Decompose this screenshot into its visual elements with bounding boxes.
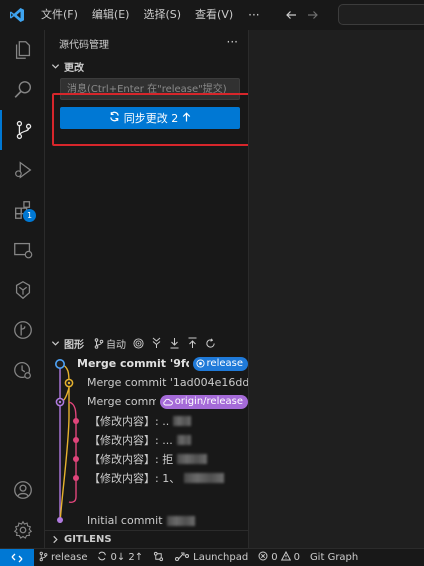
chevron-down-icon <box>49 60 61 72</box>
auto-label: 自动 <box>106 339 126 351</box>
branch-icon <box>39 551 48 565</box>
branch-tag-release[interactable]: release <box>192 356 248 371</box>
target-icon[interactable] <box>132 337 144 349</box>
commit-row[interactable]: Initial commit <box>45 511 248 530</box>
menu-edit[interactable]: 编辑(E) <box>85 0 137 30</box>
vscode-logo-icon <box>0 0 34 30</box>
git-compare-icon <box>153 551 164 565</box>
error-count: 0 <box>271 552 278 563</box>
redacted-text <box>176 434 191 445</box>
branch-name: release <box>51 552 88 563</box>
activity-bar: 1 <box>0 30 45 548</box>
gitlens-section-label: GITLENS <box>64 534 112 545</box>
forward-arrow-icon[interactable] <box>306 8 320 22</box>
branch-tag-label: release <box>206 358 243 369</box>
timeline-icon[interactable] <box>0 350 45 390</box>
commit-message: Merge comm... <box>87 395 156 408</box>
pull-icon[interactable] <box>168 337 180 349</box>
graph-toolbar: 自动 <box>94 336 216 351</box>
gitlens-icon[interactable] <box>0 270 45 310</box>
redacted-text <box>184 472 225 483</box>
commit-row[interactable]: 【修改内容】: 1、 <box>45 468 248 487</box>
gitlens-section-header[interactable]: GITLENS <box>45 530 248 548</box>
menu-file[interactable]: 文件(F) <box>34 0 85 30</box>
account-icon[interactable] <box>0 470 45 510</box>
sidebar-title: 源代码管理 <box>59 39 109 51</box>
branch-tag-origin-release[interactable]: origin/release <box>159 394 248 409</box>
chevron-down-icon[interactable] <box>49 337 61 349</box>
chevron-right-icon <box>49 534 61 546</box>
refresh-icon[interactable] <box>204 337 216 349</box>
explorer-icon[interactable] <box>0 30 45 70</box>
settings-gear-icon[interactable] <box>0 510 45 550</box>
commit-row[interactable]: Merge comm... origin/release <box>45 392 248 411</box>
navigation-controls <box>284 8 320 22</box>
redacted-text <box>173 415 192 426</box>
redacted-text <box>166 515 195 526</box>
menu-view[interactable]: 查看(V) <box>188 0 240 30</box>
commit-row[interactable]: Merge commit '1ad004e16dd... <box>45 373 248 392</box>
git-icon-status[interactable] <box>148 551 169 565</box>
warning-icon <box>280 550 291 564</box>
fetch-icon[interactable] <box>150 337 162 349</box>
editor-area <box>248 30 424 548</box>
remote-indicator-icon[interactable] <box>0 548 34 566</box>
sidebar-more-button[interactable]: ··· <box>227 35 238 49</box>
extensions-icon[interactable]: 1 <box>0 190 45 230</box>
run-debug-icon[interactable] <box>0 150 45 190</box>
warning-count: 0 <box>293 552 300 563</box>
redacted-text <box>177 453 208 464</box>
sync-counts: 0↓ 2↑ <box>110 552 144 563</box>
back-arrow-icon[interactable] <box>284 8 298 22</box>
commit-message: 【修改内容】: 1、 <box>89 471 181 485</box>
branch-status[interactable]: release <box>34 551 92 565</box>
graph-section-header: 图形 自动 <box>45 332 248 354</box>
commit-message: Initial commit <box>87 514 163 527</box>
menu-bar: 文件(F) 编辑(E) 选择(S) 查看(V) ··· <box>34 0 268 30</box>
problems-status[interactable]: 0 0 <box>253 550 305 564</box>
source-control-icon[interactable] <box>0 110 45 150</box>
auto-branch-toggle[interactable]: 自动 <box>94 336 126 351</box>
commit-message: 【修改内容】: 拒 <box>89 452 174 466</box>
sync-status[interactable]: 0↓ 2↑ <box>92 551 148 564</box>
menu-selection[interactable]: 选择(S) <box>136 0 188 30</box>
menu-more-button[interactable]: ··· <box>240 8 267 22</box>
graph-section-title: 图形 <box>64 339 84 351</box>
commit-message: 【修改内容】: ... <box>89 433 173 447</box>
launchpad-status[interactable]: Launchpad <box>169 551 253 565</box>
changes-section-header[interactable]: 更改 <box>45 56 248 76</box>
command-center-search[interactable] <box>338 4 424 25</box>
branch-tag-label: origin/release <box>174 396 243 407</box>
extensions-badge: 1 <box>23 209 36 222</box>
launchpad-icon <box>174 551 190 565</box>
git-graph-status[interactable]: Git Graph <box>305 552 363 563</box>
sync-icon <box>97 551 107 564</box>
changes-section-label: 更改 <box>64 62 84 74</box>
search-icon[interactable] <box>0 70 45 110</box>
title-bar: 文件(F) 编辑(E) 选择(S) 查看(V) ··· <box>0 0 424 30</box>
commit-message: 【修改内容】: .. <box>89 414 170 428</box>
push-icon[interactable] <box>186 337 198 349</box>
status-bar: release 0↓ 2↑ Launchpad 0 0 Git Graph <box>0 548 424 566</box>
commit-row[interactable]: Merge commit '9fd1a... release <box>45 354 248 373</box>
highlight-annotation <box>52 93 258 146</box>
error-icon <box>258 551 268 564</box>
commit-message: Merge commit '1ad004e16dd... <box>87 376 248 389</box>
launchpad-label: Launchpad <box>193 552 249 563</box>
remote-explorer-icon[interactable] <box>0 230 45 270</box>
commit-row[interactable]: 【修改内容】: ... <box>45 430 248 449</box>
commit-row[interactable]: 【修改内容】: 拒 <box>45 449 248 468</box>
git-graph-icon[interactable] <box>0 310 45 350</box>
commit-message: Merge commit '9fd1a... <box>77 357 189 370</box>
commit-row[interactable]: 【修改内容】: .. <box>45 411 248 430</box>
